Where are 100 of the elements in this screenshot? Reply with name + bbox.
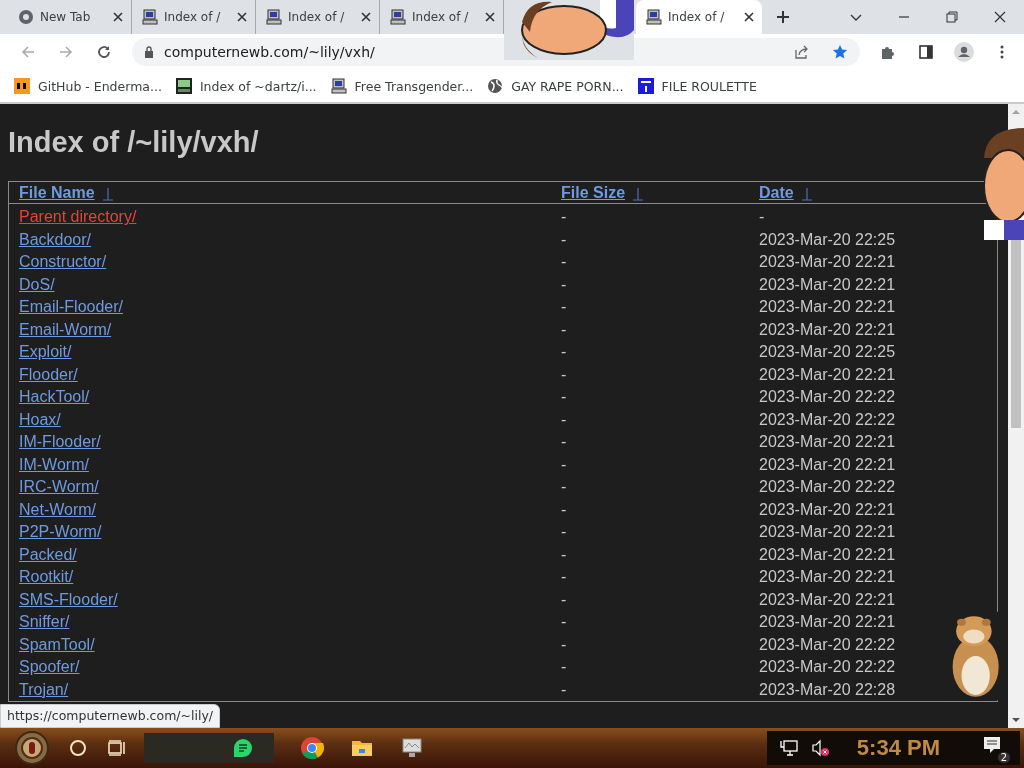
folder-link[interactable]: SMS-Flooder/ (19, 590, 118, 608)
modified-date: 2023-Mar-20 22:21 (759, 320, 896, 338)
plus-icon[interactable] (776, 10, 790, 24)
notification-count: 2 (997, 752, 1010, 763)
folder-link[interactable]: HackTool/ (19, 388, 90, 406)
speaker-muted-icon[interactable] (810, 738, 831, 758)
bookmark[interactable]: Free Transgender... (330, 78, 474, 94)
modified-date: 2023-Mar-20 22:28 (759, 680, 896, 698)
lock-icon (144, 46, 154, 58)
modified-date: 2023-Mar-20 22:22 (759, 388, 896, 406)
bookmark[interactable]: GAY RAPE PORN... (487, 78, 624, 94)
bookmark[interactable]: Index of ~dartz/i... (175, 78, 317, 94)
folder-link[interactable]: Rootkit/ (19, 568, 74, 586)
folder-link[interactable]: SpamTool/ (19, 635, 95, 653)
bookmark-favicon-icon (14, 78, 30, 94)
link-status-tooltip: https://computernewb.com/~lily/ (0, 704, 221, 728)
bookmark[interactable]: FILE ROULETTE (637, 78, 757, 94)
task-view-icon[interactable] (106, 738, 126, 758)
folder-link[interactable]: Exploit/ (19, 343, 72, 361)
file-size: - (561, 613, 567, 631)
circle-icon[interactable] (68, 738, 88, 758)
file-size: - (561, 568, 567, 586)
share-icon[interactable] (794, 44, 810, 60)
folder-link[interactable]: Constructor/ (19, 253, 107, 271)
modified-date: 2023-Mar-20 22:22 (759, 410, 896, 428)
scrollbar-thumb[interactable] (1011, 238, 1021, 428)
tab-title: New Tab (40, 10, 92, 24)
modified-date: 2023-Mar-20 22:21 (759, 455, 896, 473)
folder-link[interactable]: Packed/ (19, 545, 77, 563)
scroll-down-icon[interactable] (1011, 715, 1021, 725)
bookmark[interactable]: GitHub - Enderma... (14, 78, 162, 94)
folder-link[interactable]: Spoofer/ (19, 658, 80, 676)
bookmark-title: GAY RAPE PORN... (511, 78, 624, 94)
close-icon[interactable] (237, 12, 247, 22)
close-icon[interactable] (113, 12, 123, 22)
globe-icon (487, 78, 504, 94)
bookmark-favicon-icon (637, 78, 654, 94)
close-icon[interactable] (744, 12, 754, 22)
folder-link[interactable]: P2P-Worm/ (19, 523, 102, 541)
file-size: - (561, 320, 567, 338)
file-size: - (561, 253, 567, 271)
bookmark-favicon-icon (175, 78, 192, 94)
folder-link[interactable]: Flooder/ (19, 365, 78, 383)
chat-icon[interactable] (232, 737, 254, 759)
file-size: - (561, 590, 567, 608)
star-icon[interactable] (832, 44, 848, 60)
file-size: - (561, 410, 567, 428)
file-size: - (561, 658, 567, 676)
folder-link[interactable]: Trojan/ (19, 680, 69, 698)
column-sort-link[interactable]: Date (759, 184, 794, 201)
folder-link[interactable]: IM-Flooder/ (19, 433, 101, 451)
browser-tab[interactable]: Index of / (636, 0, 762, 34)
computer-icon (142, 9, 158, 25)
computer-icon (266, 9, 282, 25)
modified-date: 2023-Mar-20 22:22 (759, 658, 896, 676)
modified-date: 2023-Mar-20 22:21 (759, 500, 896, 518)
modified-date: 2023-Mar-20 22:21 (759, 253, 896, 271)
close-icon[interactable] (485, 12, 495, 22)
clock[interactable]: 5:34 PM (856, 735, 940, 761)
folder-link[interactable]: Sniffer/ (19, 613, 70, 631)
folder-link[interactable]: Backdoor/ (19, 230, 92, 248)
tab-title: Index of / (164, 10, 222, 24)
file-size: - (561, 208, 567, 226)
modified-date: 2023-Mar-20 22:21 (759, 433, 896, 451)
browser-logo-icon[interactable] (300, 736, 324, 760)
modified-date: 2023-Mar-20 22:25 (759, 343, 896, 361)
modified-date: 2023-Mar-20 22:21 (759, 275, 896, 293)
column-sort-link[interactable]: File Name (19, 184, 95, 201)
file-size: - (561, 478, 567, 496)
modified-date: 2023-Mar-20 22:21 (759, 568, 896, 586)
modified-date: 2023-Mar-20 22:21 (759, 365, 896, 383)
restore-icon[interactable] (945, 10, 959, 24)
notifications-button[interactable]: 2 (982, 735, 1008, 761)
bookmark-title: Free Transgender... (354, 78, 474, 94)
browser-logo-icon (18, 9, 34, 25)
folder-link[interactable]: IRC-Worm/ (19, 478, 99, 496)
bookmark-title: Index of ~dartz/i... (199, 78, 317, 94)
folder-link[interactable]: Parent directory/ (19, 208, 137, 226)
file-size: - (561, 523, 567, 541)
folder-link[interactable]: Net-Worm/ (19, 500, 97, 518)
folder-link[interactable]: Email-Flooder/ (19, 298, 124, 316)
modified-date: 2023-Mar-20 22:21 (759, 590, 896, 608)
modified-date: 2023-Mar-20 22:21 (759, 298, 896, 316)
network-icon[interactable] (778, 738, 799, 758)
column-sort-link[interactable]: File Size (561, 184, 626, 201)
tab-title: Index of / (668, 10, 726, 24)
file-size: - (561, 343, 567, 361)
file-size: - (561, 365, 567, 383)
gear-icon[interactable] (14, 730, 50, 766)
computer-icon (646, 9, 662, 25)
folder-link[interactable]: Email-Worm/ (19, 320, 112, 338)
close-icon[interactable] (993, 10, 1007, 24)
folder-link[interactable]: IM-Worm/ (19, 455, 89, 473)
computer-icon (390, 9, 406, 25)
folder-link[interactable]: Hoax/ (19, 410, 61, 428)
close-icon[interactable] (361, 12, 371, 22)
folder-link[interactable]: DoS/ (19, 275, 55, 293)
file-size: - (561, 455, 567, 473)
monitor-icon[interactable] (400, 736, 424, 760)
modified-date: 2023-Mar-20 22:22 (759, 635, 896, 653)
